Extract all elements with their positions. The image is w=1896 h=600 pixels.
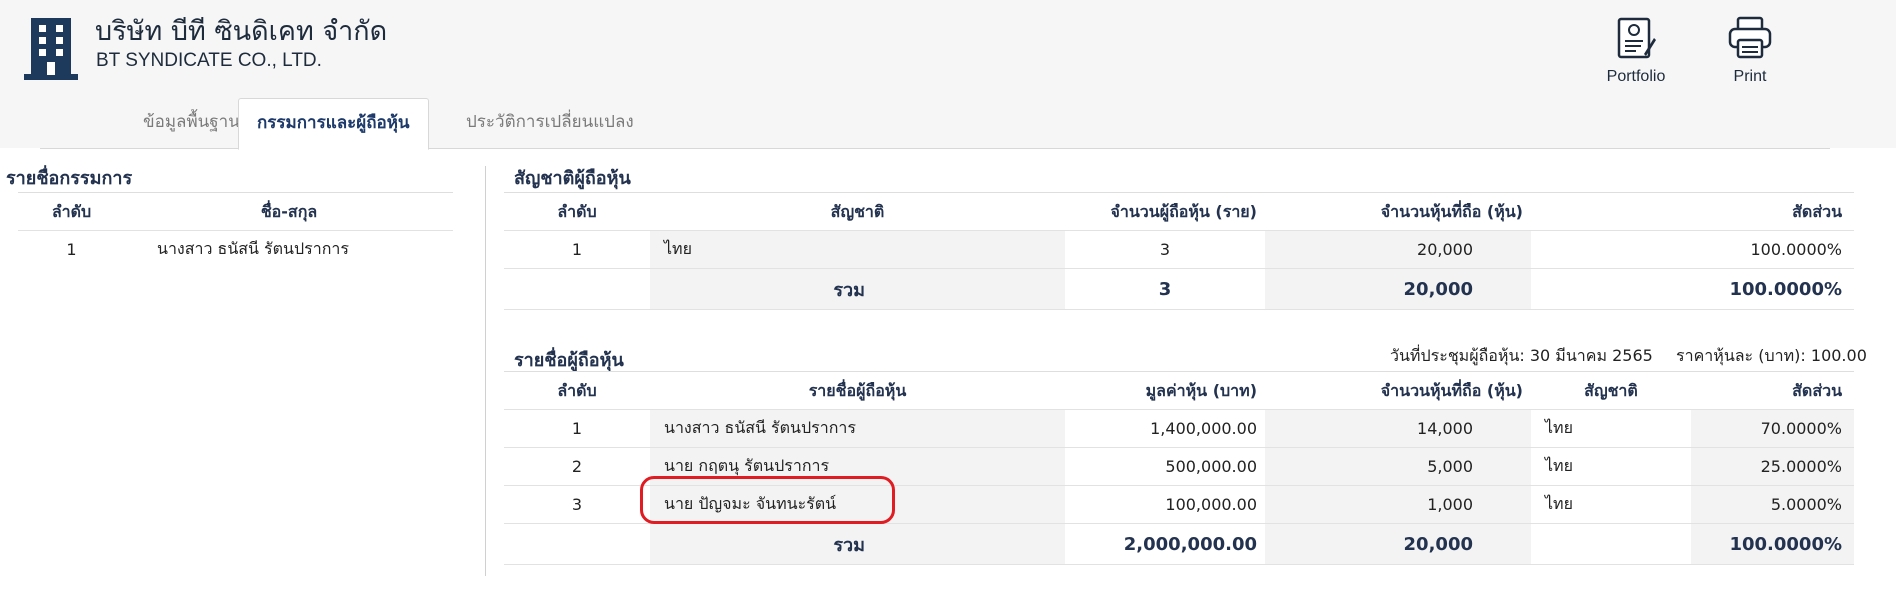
nationality-divider (504, 192, 1854, 193)
tab-directors-shareholders[interactable]: กรรมการและผู้ถือหุ้น (238, 98, 429, 150)
par-value: ราคาหุ้นละ (บาท): 100.00 (1676, 346, 1867, 365)
sh-no: 3 (504, 485, 650, 524)
nat-shares: 20,000 (1265, 230, 1531, 269)
col-nationality: สัญชาติ (1584, 380, 1638, 400)
total-ratio: 100.0000% (1531, 268, 1854, 310)
total-value: 2,000,000.00 (1065, 523, 1265, 565)
sh-shares: 5,000 (1265, 447, 1531, 486)
print-button[interactable]: Print (1708, 16, 1792, 86)
directors-header-row: ลำดับ ชื่อ-สกุล (18, 194, 453, 231)
col-ratio: สัดส่วน (1792, 201, 1842, 221)
sh-ratio: 5.0000% (1691, 485, 1854, 524)
total-label: รวม (650, 268, 1065, 310)
col-no: ลำดับ (557, 201, 597, 221)
nationality-header-row: ลำดับ สัญชาติ จำนวนผู้ถือหุ้น (ราย) จำนว… (504, 194, 1854, 231)
directors-table: ลำดับ ชื่อ-สกุล 1 นางสาว ธนัสนี รัตนปราก… (18, 194, 453, 268)
sh-no: 2 (504, 447, 650, 486)
nat-no: 1 (504, 230, 650, 269)
total-spacer (504, 523, 650, 565)
col-no: ลำดับ (51, 201, 92, 221)
col-nationality: สัญชาติ (830, 201, 885, 221)
shareholders-header-row: ลำดับ รายชื่อผู้ถือหุ้น มูลค่าหุ้น (บาท)… (504, 373, 1854, 410)
tab-bar: ข้อมูลพื้นฐาน กรรมการและผู้ถือหุ้น ประวั… (40, 98, 1830, 150)
meeting-date: วันที่ประชุมผู้ถือหุ้น: 30 มีนาคม 2565 (1390, 346, 1653, 365)
sh-value: 1,400,000.00 (1065, 409, 1265, 448)
shareholders-title: รายชื่อผู้ถือหุ้น (514, 350, 624, 371)
nationality-table: ลำดับ สัญชาติ จำนวนผู้ถือหุ้น (ราย) จำนว… (504, 194, 1854, 310)
nationality-total-row: รวม 3 20,000 100.0000% (504, 268, 1854, 310)
highlight-annotation (640, 476, 895, 524)
table-row: 1 นางสาว ธนัสนี รัตนปราการ (18, 230, 453, 268)
sh-nationality: ไทย (1531, 409, 1691, 448)
shareholders-divider (504, 371, 1854, 372)
sh-name: นางสาว ธนัสนี รัตนปราการ (650, 409, 1065, 448)
nationality-title: สัญชาติผู้ถือหุ้น (514, 168, 631, 189)
col-shares: จำนวนหุ้นที่ถือ (หุ้น) (1380, 380, 1523, 400)
total-spacer (504, 268, 650, 310)
sh-no: 1 (504, 409, 650, 448)
company-name-th: บริษัท บีที ซินดิเคท จำกัด (95, 16, 388, 47)
director-name: นางสาว ธนัสนี รัตนปราการ (125, 230, 453, 268)
building-icon (24, 18, 78, 80)
printer-icon (1728, 16, 1772, 59)
sh-value: 100,000.00 (1065, 485, 1265, 524)
table-row: 1 นางสาว ธนัสนี รัตนปราการ 1,400,000.00 … (504, 409, 1854, 448)
col-shares: จำนวนหุ้นที่ถือ (หุ้น) (1380, 201, 1523, 221)
table-row: 1 ไทย 3 20,000 100.0000% (504, 230, 1854, 269)
directors-divider (18, 192, 453, 193)
total-label: รวม (650, 523, 1065, 565)
total-ratio: 100.0000% (1691, 523, 1854, 565)
portfolio-label: Portfolio (1606, 68, 1666, 85)
sh-nationality: ไทย (1531, 447, 1691, 486)
portfolio-icon (1617, 17, 1656, 59)
sh-shares: 1,000 (1265, 485, 1531, 524)
sh-value: 500,000.00 (1065, 447, 1265, 486)
nat-nationality: ไทย (650, 230, 1065, 269)
sh-nationality: ไทย (1531, 485, 1691, 524)
sh-shares: 14,000 (1265, 409, 1531, 448)
company-name-en: BT SYNDICATE CO., LTD. (96, 50, 322, 71)
director-no: 1 (18, 230, 125, 268)
col-name: รายชื่อผู้ถือหุ้น (808, 380, 907, 400)
column-divider (485, 166, 486, 576)
print-label: Print (1733, 68, 1767, 85)
total-spacer (1531, 523, 1691, 565)
col-no: ลำดับ (557, 380, 597, 400)
sh-ratio: 25.0000% (1691, 447, 1854, 486)
directors-title: รายชื่อกรรมการ (6, 168, 133, 189)
col-value: มูลค่าหุ้น (บาท) (1145, 380, 1257, 400)
total-shares: 20,000 (1265, 523, 1531, 565)
shareholders-table: ลำดับ รายชื่อผู้ถือหุ้น มูลค่าหุ้น (บาท)… (504, 373, 1854, 565)
tab-change-history[interactable]: ประวัติการเปลี่ยนแปลง (448, 98, 652, 147)
sh-ratio: 70.0000% (1691, 409, 1854, 448)
portfolio-button[interactable]: Portfolio (1596, 16, 1676, 86)
col-ratio: สัดส่วน (1792, 380, 1842, 400)
company-header: บริษัท บีที ซินดิเคท จำกัด BT SYNDICATE … (0, 0, 1896, 150)
shareholders-total-row: รวม 2,000,000.00 20,000 100.0000% (504, 523, 1854, 565)
nat-ratio: 100.0000% (1531, 230, 1854, 269)
col-holders: จำนวนผู้ถือหุ้น (ราย) (1110, 201, 1257, 221)
total-holders: 3 (1065, 268, 1265, 310)
total-shares: 20,000 (1265, 268, 1531, 310)
col-name: ชื่อ-สกุล (260, 201, 318, 221)
nat-holders: 3 (1065, 230, 1265, 269)
